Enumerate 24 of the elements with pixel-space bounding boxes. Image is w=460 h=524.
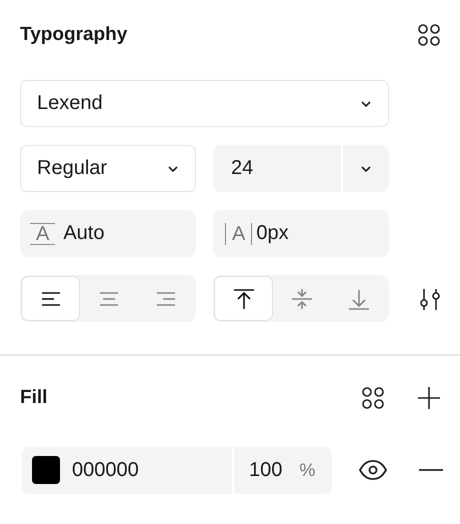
styles-icon[interactable]: [416, 22, 442, 48]
chevron-icon: [360, 100, 372, 108]
font-family-dropdown[interactable]: Lexend: [20, 80, 389, 127]
remove-icon[interactable]: [418, 468, 444, 472]
eye-icon[interactable]: [358, 459, 388, 481]
align-middle-icon: [290, 286, 314, 310]
unit-label: %: [299, 460, 316, 480]
color-swatch[interactable]: [32, 456, 60, 484]
font-weight-dropdown[interactable]: Regular: [20, 145, 196, 192]
styles-icon[interactable]: [360, 384, 386, 410]
text-align-button[interactable]: [21, 276, 80, 321]
font-size-field[interactable]: 24: [213, 145, 389, 192]
letter-spacing-field[interactable]: A 0px: [213, 210, 389, 257]
hex-value: 000000: [72, 458, 140, 482]
section-title: Fill: [20, 386, 48, 408]
fill-field[interactable]: 000000 100 %: [22, 446, 332, 494]
align-top-icon: [232, 286, 256, 310]
opacity-value: 100: [249, 458, 282, 482]
chevron-icon: [360, 164, 372, 172]
chevron-icon: [167, 164, 179, 172]
vertical-align-button[interactable]: [214, 276, 274, 321]
add-icon[interactable]: [416, 384, 442, 410]
section-title: Typography: [20, 24, 128, 46]
line-height-field[interactable]: A Auto: [20, 210, 196, 257]
